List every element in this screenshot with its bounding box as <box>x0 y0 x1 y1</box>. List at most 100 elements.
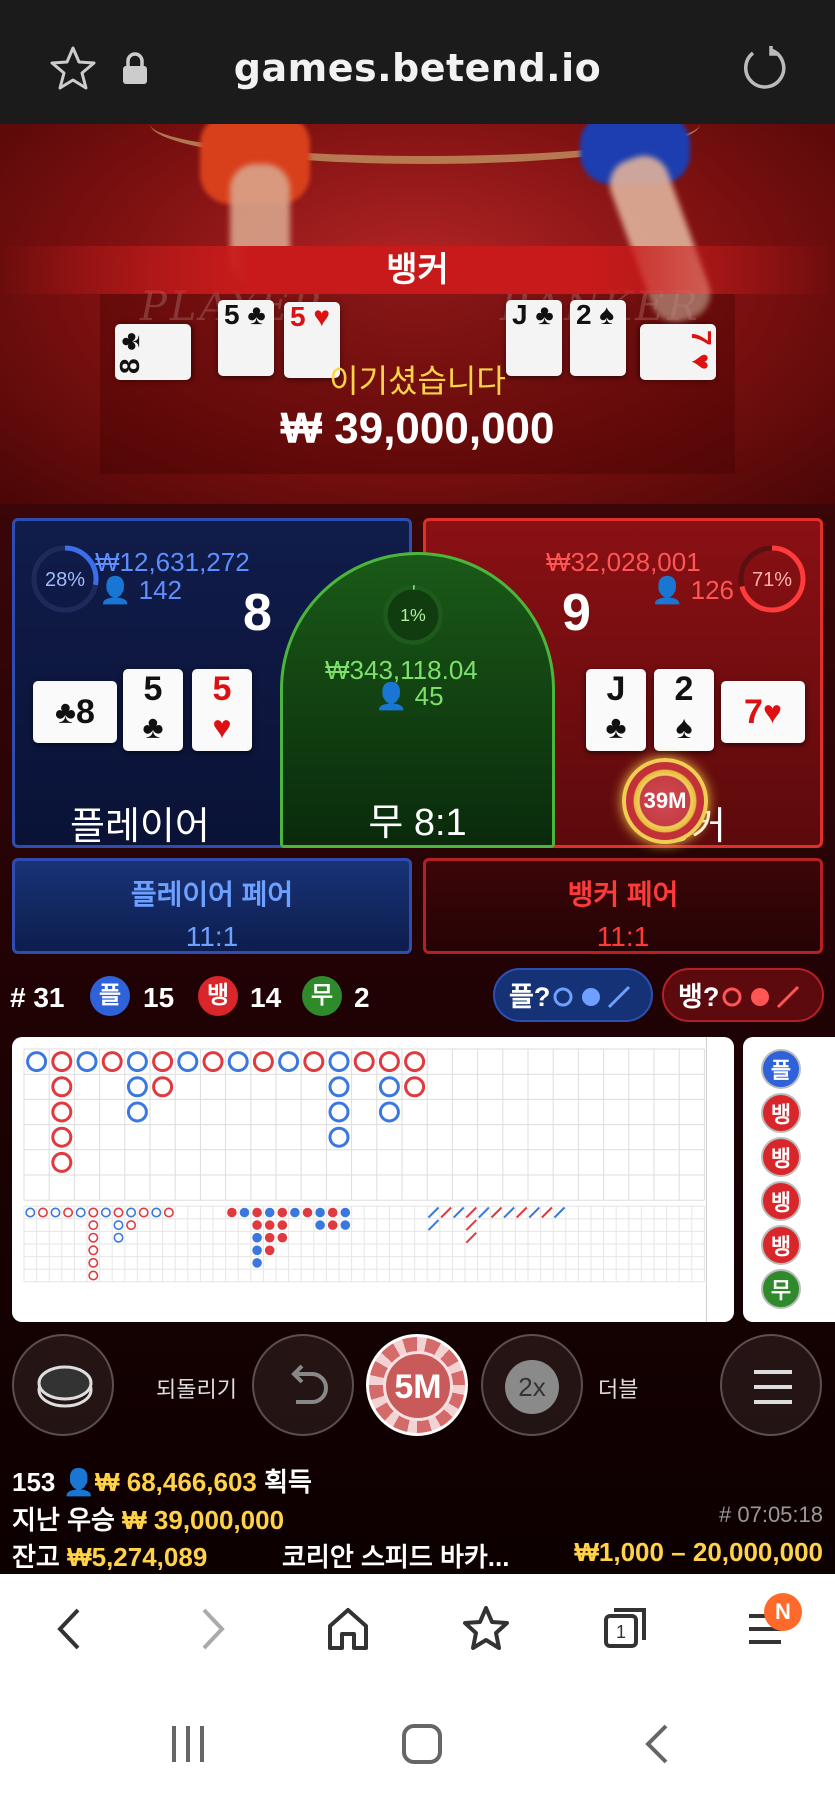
player-pair-bet[interactable]: 플레이어 페어 11:1 <box>12 858 412 954</box>
placed-chip-banker[interactable]: 39M <box>622 758 708 844</box>
big-road-mark <box>278 1051 300 1073</box>
big-road-mark <box>202 1051 224 1073</box>
person-icon: 👤 <box>62 1467 95 1497</box>
big-road-mark <box>126 1051 148 1073</box>
big-road-mark <box>177 1051 199 1073</box>
hamburger-menu-icon <box>754 1370 792 1404</box>
menu-button[interactable] <box>720 1334 822 1436</box>
banker-bettors: 👤 126 <box>651 575 734 605</box>
big-road-mark <box>328 1076 350 1098</box>
roadmap-grid <box>23 1037 707 1322</box>
player-count: 15 <box>143 982 175 1013</box>
derived-road-mark <box>126 1220 137 1231</box>
back-icon[interactable] <box>50 1604 90 1654</box>
derived-road-mark <box>452 1206 465 1219</box>
undo-icon <box>291 1364 328 1404</box>
big-road-mark <box>51 1051 73 1073</box>
system-back-icon[interactable] <box>640 1722 674 1766</box>
last-win-amount: ₩ 39,000,000 <box>122 1505 285 1535</box>
derived-road-mark <box>553 1206 566 1219</box>
derived-road-mark <box>427 1206 440 1219</box>
tie-percent-ring: 1% <box>383 585 443 645</box>
derived-road-mark <box>327 1207 338 1218</box>
system-home-icon[interactable] <box>400 1722 444 1766</box>
big-road-mark <box>76 1051 98 1073</box>
banker-count: 14 <box>250 982 282 1013</box>
big-road-mark <box>51 1101 73 1123</box>
derived-road-mark <box>88 1220 99 1231</box>
address-bar-url[interactable]: games.betend.io <box>0 46 835 90</box>
tie-bet-area[interactable]: 1% ₩343,118.04 👤 45 무 8:1 <box>280 552 555 848</box>
banker-pair-bet[interactable]: 뱅커 페어 11:1 <box>423 858 823 954</box>
browser-top-bar: games.betend.io <box>0 0 835 124</box>
last-win-line: 지난 우승 ₩ 39,000,000 <box>12 1500 284 1537</box>
bead-road-scoreboard[interactable]: 플뱅뱅뱅뱅무 <box>743 1037 835 1322</box>
derived-road-mark <box>315 1207 325 1218</box>
selected-chip-button[interactable]: 5M <box>366 1334 468 1436</box>
browser-nav-bar: 1 <box>0 1574 835 1688</box>
derived-road-mark <box>465 1231 478 1244</box>
derived-road-mark <box>163 1207 174 1218</box>
recent-apps-icon[interactable] <box>168 1722 208 1766</box>
big-road-mark <box>404 1076 426 1098</box>
big-road-mark <box>227 1051 249 1073</box>
home-icon[interactable] <box>325 1604 371 1654</box>
player-bettors: 👤 142 <box>99 575 182 605</box>
tabs-icon[interactable]: 1 <box>600 1604 650 1654</box>
banker-bet-total: ₩32,028,001 <box>546 547 701 577</box>
ask-player-button[interactable]: 플? <box>493 968 653 1022</box>
won-suffix: 획득 <box>264 1467 312 1497</box>
svg-text:28%: 28% <box>45 569 85 591</box>
derived-road-mark <box>541 1206 553 1219</box>
last-win-label: 지난 우승 <box>12 1505 115 1535</box>
bet-limits: ₩1,000 – 20,000,000 <box>574 1537 823 1567</box>
player-count-icon: 플 <box>90 976 130 1016</box>
big-road-mark <box>328 1101 350 1123</box>
big-road-mark <box>378 1101 400 1123</box>
person-icon: 👤 <box>375 681 408 711</box>
derived-road-mark <box>227 1207 237 1218</box>
ask-player-preview-icons <box>553 985 631 1009</box>
person-icon: 👤 <box>99 575 132 605</box>
derived-road-mark <box>264 1220 275 1230</box>
derived-road-mark <box>340 1207 351 1218</box>
derived-road-mark <box>88 1232 99 1243</box>
winners-line: 153 👤₩ 68,466,603 획득 <box>12 1462 312 1499</box>
reload-icon[interactable] <box>741 44 787 90</box>
game-id: # 07:05:18 <box>719 1502 823 1527</box>
chip-stack-button[interactable] <box>12 1334 114 1436</box>
bead-road-item: 뱅 <box>761 1225 801 1265</box>
table-name: 코리안 스피드 바카... <box>282 1542 510 1572</box>
undo-button[interactable] <box>252 1334 354 1436</box>
bead-road-item: 뱅 <box>761 1137 801 1177</box>
balance-label: 잔고 <box>12 1542 60 1572</box>
banker-card-3: 7♥ <box>721 681 805 743</box>
player-bet-total: ₩12,631,272 <box>95 547 250 577</box>
chip-value: 5M <box>383 1351 453 1421</box>
player-score: 8 <box>243 584 272 642</box>
round-number: # 31 <box>10 982 65 1013</box>
forward-icon[interactable] <box>192 1604 232 1654</box>
banker-card-2: 2 ♠ <box>654 669 714 751</box>
banker-card-1: J ♣ <box>586 669 646 751</box>
derived-road-mark <box>75 1207 86 1218</box>
big-road-mark <box>378 1051 400 1073</box>
banker-count-icon: 뱅 <box>198 976 238 1016</box>
big-road-mark <box>126 1101 148 1123</box>
derived-road-mark <box>138 1207 149 1218</box>
total-won: ₩ 68,466,603 <box>95 1467 257 1497</box>
derived-road-mark <box>252 1207 262 1218</box>
big-road-mark <box>152 1051 174 1073</box>
big-road-mark <box>378 1076 400 1098</box>
derived-road-mark <box>264 1232 275 1243</box>
tie-count-icon: 무 <box>302 976 342 1016</box>
bookmarks-icon[interactable] <box>462 1604 512 1654</box>
big-road-scoreboard[interactable] <box>12 1037 734 1322</box>
player-card-2: 5 ♣ <box>123 669 183 751</box>
derived-road-mark <box>151 1207 162 1218</box>
player-card-3: 5 ♥ <box>192 669 252 751</box>
ask-banker-button[interactable]: 뱅? <box>662 968 824 1022</box>
derived-road-mark <box>113 1220 124 1231</box>
ask-banker-preview-icons <box>722 985 800 1009</box>
big-road-mark <box>404 1051 426 1073</box>
